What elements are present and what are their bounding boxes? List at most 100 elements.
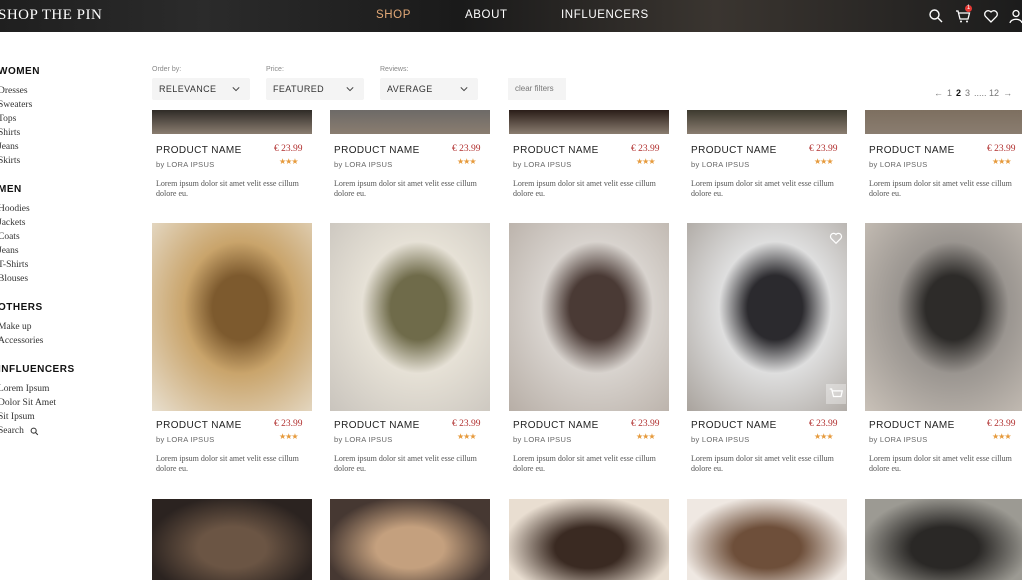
product-card[interactable]: PRODUCT NAME € 23.99 by LORA IPSUS ★★★ Lorem… <box>152 223 312 481</box>
heart-icon[interactable] <box>983 8 999 24</box>
product-card[interactable]: PRODUCT NAME € 23.99 by LORA IPSUS ★★★ Lorem… <box>865 223 1022 481</box>
product-name[interactable]: PRODUCT NAME <box>156 420 242 431</box>
product-name[interactable]: PRODUCT NAME <box>334 145 420 156</box>
prev-page-arrow[interactable]: ← <box>934 88 943 98</box>
product-card[interactable] <box>865 499 1022 580</box>
page-link-current[interactable]: 2 <box>956 88 961 98</box>
sidebar-search[interactable]: Search <box>0 424 138 438</box>
product-image[interactable] <box>865 223 1022 411</box>
product-name[interactable]: PRODUCT NAME <box>869 420 955 431</box>
product-price: € 23.99 <box>809 144 838 154</box>
product-card[interactable] <box>330 499 490 580</box>
product-card[interactable]: PRODUCT NAME € 23.99 by LORA IPSUS ★★★ Lorem… <box>330 223 490 481</box>
product-brand: by LORA IPSUS <box>513 435 572 444</box>
product-image[interactable] <box>152 499 312 580</box>
nav-influencers[interactable]: INFLUENCERS <box>561 9 649 21</box>
category-item[interactable]: Skirts <box>0 154 138 168</box>
next-page-arrow[interactable]: → <box>1003 88 1012 98</box>
category-group-others: OTHERS Make up Accessories <box>0 302 138 348</box>
product-price: € 23.99 <box>452 419 481 429</box>
product-image[interactable] <box>152 110 312 134</box>
wishlist-heart-button[interactable] <box>829 231 843 245</box>
clear-filters-button[interactable]: clear filters <box>508 78 566 100</box>
category-item[interactable]: Make up <box>0 320 138 334</box>
add-to-cart-button[interactable] <box>826 384 846 404</box>
category-item[interactable]: Jackets <box>0 216 138 230</box>
star-rating: ★★★ <box>279 432 298 441</box>
price-label: Price: <box>266 66 284 73</box>
product-image[interactable] <box>330 110 490 134</box>
page-link-last[interactable]: ..... 12 <box>974 88 999 98</box>
product-image[interactable] <box>152 223 312 411</box>
product-image[interactable] <box>330 223 490 411</box>
category-item[interactable]: Coats <box>0 230 138 244</box>
product-name[interactable]: PRODUCT NAME <box>691 420 777 431</box>
product-card[interactable] <box>687 499 847 580</box>
product-card[interactable]: PRODUCT NAME € 23.99 by LORA IPSUS ★★★ Lorem… <box>152 110 312 206</box>
category-heading[interactable]: OTHERS <box>0 302 138 313</box>
product-name[interactable]: PRODUCT NAME <box>513 420 599 431</box>
product-card[interactable]: PRODUCT NAME € 23.99 by LORA IPSUS ★★★ Lorem… <box>865 110 1022 206</box>
chevron-down-icon <box>232 87 240 92</box>
nav-shop[interactable]: SHOP <box>376 9 411 21</box>
product-image[interactable] <box>330 499 490 580</box>
search-icon <box>30 427 39 435</box>
product-image[interactable] <box>865 110 1022 134</box>
category-item[interactable]: T-Shirts <box>0 258 138 272</box>
nav-about[interactable]: ABOUT <box>465 9 508 21</box>
category-item[interactable]: Dolor Sit Amet <box>0 396 138 410</box>
page-link[interactable]: 1 <box>947 88 952 98</box>
product-description: Lorem ipsum dolor sit amet velit esse ci… <box>334 454 477 473</box>
star-rating: ★★★ <box>636 157 655 166</box>
cart-count-badge: 1 <box>965 5 972 12</box>
product-image[interactable] <box>509 110 669 134</box>
category-item[interactable]: Dresses <box>0 84 138 98</box>
category-item[interactable]: Accessories <box>0 334 138 348</box>
product-description: Lorem ipsum dolor sit amet velit esse ci… <box>691 454 834 473</box>
product-name[interactable]: PRODUCT NAME <box>156 145 242 156</box>
user-icon[interactable] <box>1008 8 1022 24</box>
category-heading[interactable]: WOMEN <box>0 66 138 77</box>
star-rating: ★★★ <box>814 157 833 166</box>
category-group-men: MEN Hoodies Jackets Coats Jeans T-Shirts… <box>0 184 138 286</box>
category-heading[interactable]: INFLUENCERS <box>0 364 138 375</box>
sidebar-search-label: Search <box>0 426 24 436</box>
product-name[interactable]: PRODUCT NAME <box>869 145 955 156</box>
category-item[interactable]: Sit Ipsum <box>0 410 138 424</box>
price-value: FEATURED <box>273 84 325 94</box>
order-by-select[interactable]: RELEVANCE <box>152 78 250 100</box>
product-image[interactable] <box>687 110 847 134</box>
product-image[interactable] <box>509 223 669 411</box>
product-image[interactable] <box>865 499 1022 580</box>
search-icon[interactable] <box>928 8 944 24</box>
heart-icon <box>829 232 843 245</box>
product-card[interactable]: PRODUCT NAME € 23.99 by LORA IPSUS ★★★ Lorem… <box>509 110 669 206</box>
page-link[interactable]: 3 <box>965 88 970 98</box>
price-select[interactable]: FEATURED <box>266 78 364 100</box>
product-image[interactable] <box>509 499 669 580</box>
product-name[interactable]: PRODUCT NAME <box>334 420 420 431</box>
category-item[interactable]: Tops <box>0 112 138 126</box>
reviews-select[interactable]: AVERAGE <box>380 78 478 100</box>
category-item[interactable]: Shirts <box>0 126 138 140</box>
product-image[interactable] <box>687 499 847 580</box>
category-item[interactable]: Hoodies <box>0 202 138 216</box>
category-item[interactable]: Blouses <box>0 272 138 286</box>
star-rating: ★★★ <box>636 432 655 441</box>
product-card[interactable] <box>152 499 312 580</box>
product-card[interactable] <box>509 499 669 580</box>
product-name[interactable]: PRODUCT NAME <box>691 145 777 156</box>
category-item[interactable]: Jeans <box>0 244 138 258</box>
product-card[interactable]: PRODUCT NAME € 23.99 by LORA IPSUS ★★★ Lorem… <box>687 223 847 481</box>
brand-logo[interactable]: SHOP THE PIN <box>0 7 102 24</box>
product-card[interactable]: PRODUCT NAME € 23.99 by LORA IPSUS ★★★ Lorem… <box>330 110 490 206</box>
product-name[interactable]: PRODUCT NAME <box>513 145 599 156</box>
category-item[interactable]: Jeans <box>0 140 138 154</box>
product-card[interactable]: PRODUCT NAME € 23.99 by LORA IPSUS ★★★ Lorem… <box>687 110 847 206</box>
product-price: € 23.99 <box>274 419 303 429</box>
product-image[interactable] <box>687 223 847 411</box>
product-card[interactable]: PRODUCT NAME € 23.99 by LORA IPSUS ★★★ Lorem… <box>509 223 669 481</box>
category-item[interactable]: Sweaters <box>0 98 138 112</box>
category-item[interactable]: Lorem Ipsum <box>0 382 138 396</box>
category-heading[interactable]: MEN <box>0 184 138 195</box>
